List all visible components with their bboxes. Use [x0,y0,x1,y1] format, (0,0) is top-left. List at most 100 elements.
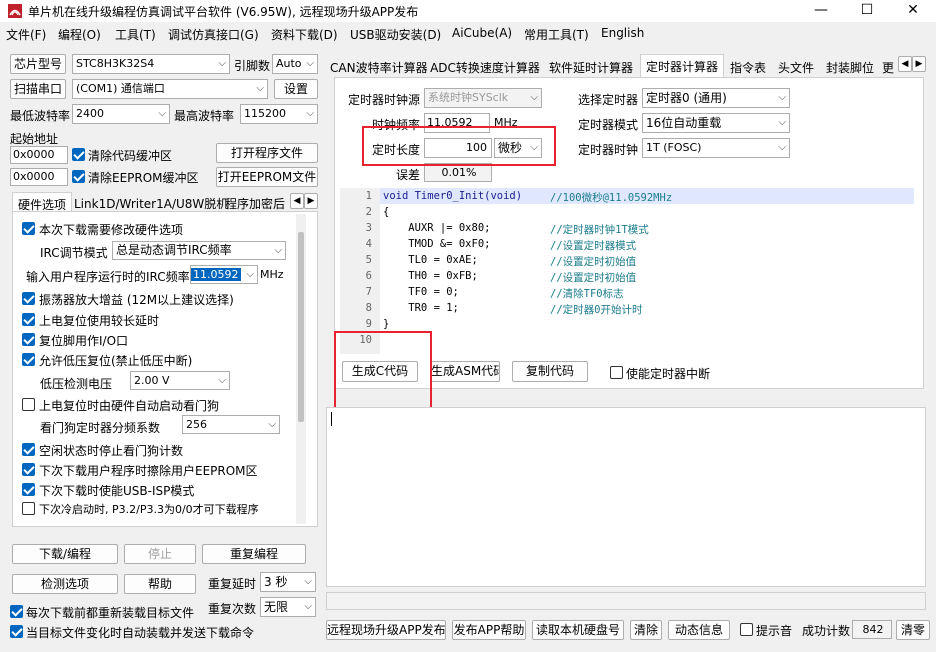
option-checkbox[interactable] [22,463,35,476]
eeprom-start-address-input[interactable]: 0x0000 [10,168,68,186]
code-comment: //设置定时初始值 [550,256,637,268]
menu-common-tools[interactable]: 常用工具(T) [524,26,589,43]
clear-eeprom-buffer-checkbox[interactable] [72,170,85,183]
read-disk-id-button[interactable]: 读取本机硬盘号 [532,620,624,640]
maximize-button[interactable]: ☐ [844,0,890,22]
tab-offline-programmer[interactable]: Link1D/Writer1A/U8W脱机 [74,192,228,212]
detect-options-button[interactable]: 检测选项 [12,574,118,594]
code-line: TF0 = 0; [383,286,459,298]
select-timer-value: 定时器0 (通用) [646,91,727,105]
publish-app-button[interactable]: 远程现场升级APP发布 [326,620,446,640]
output-log-area[interactable] [326,407,926,587]
irc-mode-select[interactable]: 总是动态调节IRC频率 ⌵ [112,241,286,260]
chevron-down-icon: ⌵ [306,108,314,119]
option-checkbox[interactable] [22,353,35,366]
success-count-label: 成功计数 [802,624,851,638]
close-button[interactable]: ✕ [890,0,936,22]
generated-code-editor[interactable]: 1 void Timer0_Init(void) //100微秒@11.0592… [340,188,914,354]
minimize-button[interactable]: — [798,0,844,22]
auto-load-checkbox[interactable] [10,625,23,638]
options-scrollbar[interactable] [296,214,306,524]
line-number: 7 [365,286,372,298]
text-cursor [331,412,332,426]
scan-port-button[interactable]: 扫描串口 [10,79,66,99]
tab-more[interactable]: 更 [880,56,896,78]
option-checkbox[interactable] [22,333,35,346]
tab-hardware-options[interactable]: 硬件选项 [12,192,72,212]
option-checkbox[interactable] [22,502,35,515]
publish-app-help-button[interactable]: 发布APP帮助 [452,620,526,640]
pin-count-select[interactable]: Auto ⌵ [272,54,318,74]
repeat-delay-select[interactable]: 3 秒 ⌵ [260,572,316,592]
tab-scroll-right-icon[interactable]: ▶ [912,56,926,72]
chip-model-button[interactable]: 芯片型号 [10,54,66,74]
option-checkbox[interactable] [22,313,35,326]
tab-can-baud-calculator[interactable]: CAN波特率计算器 [330,56,428,78]
timer-mode-select[interactable]: 16位自动重载 ⌵ [642,113,790,133]
clock-source-select[interactable]: 系统时钟SYSclk ⌵ [424,88,542,108]
menu-debug-interface[interactable]: 调试仿真接口(G) [168,26,259,43]
min-baud-select[interactable]: 2400 ⌵ [72,104,170,124]
max-baud-select[interactable]: 115200 ⌵ [240,104,318,124]
min-baud-label: 最低波特率 [10,109,71,123]
code-comment: //定时器时钟1T模式 [550,224,649,236]
clear-code-buffer-checkbox[interactable] [72,148,85,161]
tab-instruction-table[interactable]: 指令表 [726,56,770,78]
menu-downloads[interactable]: 资料下载(D) [271,26,338,43]
irc-frequency-value: 11.0592 [191,268,241,281]
option-checkbox[interactable] [22,292,35,305]
clear-log-button[interactable]: 清除 [630,620,662,640]
select-timer-select[interactable]: 定时器0 (通用) ⌵ [642,88,790,108]
stop-button[interactable]: 停止 [124,544,196,564]
open-program-file-button[interactable]: 打开程序文件 [216,143,318,163]
download-program-button[interactable]: 下载/编程 [12,544,118,564]
tab-scroll-right-icon[interactable]: ▶ [304,193,318,209]
beep-checkbox[interactable] [740,623,753,636]
tab-program-encryption[interactable]: 程序加密后 [222,192,288,212]
tab-scroll-left-icon[interactable]: ◀ [898,56,912,72]
option-checkbox[interactable] [22,483,35,496]
irc-frequency-select[interactable]: 11.0592 ⌵ [190,265,258,284]
repeat-count-select[interactable]: 无限 ⌵ [260,597,316,617]
tab-scroll-left-icon[interactable]: ◀ [290,193,304,209]
tab-timer-calculator[interactable]: 定时器计算器 [640,54,724,78]
repeat-program-button[interactable]: 重复编程 [202,544,306,564]
option-checkbox[interactable] [22,443,35,456]
chevron-down-icon: ⌵ [778,142,786,153]
port-settings-button[interactable]: 设置 [274,79,318,99]
option-checkbox[interactable] [22,398,35,411]
com-port-select[interactable]: (COM1) 通信端口 ⌵ [72,79,268,99]
irc-frequency-label: 输入用户程序运行时的IRC频率 [26,270,190,284]
scrollbar-thumb[interactable] [298,232,304,422]
lvd-select[interactable]: 2.00 V ⌵ [130,371,230,390]
open-eeprom-file-button[interactable]: 打开EEPROM文件 [216,167,318,187]
menu-file[interactable]: 文件(F) [6,26,46,43]
enable-timer-interrupt-checkbox[interactable] [610,366,623,379]
reset-count-button[interactable]: 清零 [896,620,930,640]
menu-usb-driver[interactable]: USB驱动安装(D) [350,26,441,43]
max-baud-value: 115200 [244,107,286,120]
generate-asm-code-button[interactable]: 生成ASM代码 [430,361,500,382]
chip-model-select[interactable]: STC8H3K32S4 ⌵ [72,54,230,74]
copy-code-button[interactable]: 复制代码 [512,361,588,382]
timer-clock-select[interactable]: 1T (FOSC) ⌵ [642,138,790,158]
lvd-value: 2.00 V [134,374,170,387]
wdt-prescaler-select[interactable]: 256 ⌵ [182,415,280,434]
line-number: 6 [365,270,372,282]
timer-mode-label: 定时器模式 [578,118,639,132]
tab-adc-speed-calculator[interactable]: ADC转换速度计算器 [430,56,540,78]
code-start-address-input[interactable]: 0x0000 [10,146,68,164]
menu-program[interactable]: 编程(O) [58,26,101,43]
tab-software-delay-calculator[interactable]: 软件延时计算器 [544,56,638,78]
code-line: TMOD &= 0xF0; [383,238,491,250]
dynamic-info-button[interactable]: 动态信息 [668,620,730,640]
reload-before-download-checkbox[interactable] [10,605,23,618]
menu-aicube[interactable]: AiCube(A) [452,26,512,40]
line-number: 3 [365,222,372,234]
tab-header-files[interactable]: 头文件 [774,56,818,78]
tab-package-pins[interactable]: 封装脚位 [822,56,878,78]
help-button[interactable]: 帮助 [124,574,196,594]
menu-tools[interactable]: 工具(T) [115,26,156,43]
option-checkbox[interactable] [22,222,35,235]
menu-english[interactable]: English [601,26,644,40]
